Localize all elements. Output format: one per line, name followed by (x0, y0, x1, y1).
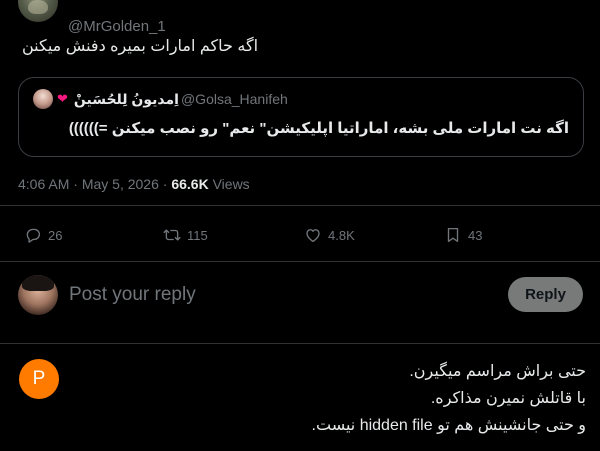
comment-line: حتی براش مراسم میگیرن. (409, 363, 586, 380)
commenter-avatar[interactable]: P (19, 359, 59, 399)
like-action[interactable]: 4.8K (304, 224, 355, 246)
author-handle[interactable]: @MrGolden_1 (68, 18, 166, 36)
author-avatar[interactable] (18, 0, 58, 22)
meta-separator: · (69, 176, 82, 192)
tweet-detail-page: @MrGolden_1 اگه حاکم امارات بمیره دفنش م… (0, 0, 600, 451)
tweet-text-content: اگه حاکم امارات بمیره دفنش میکنن (22, 38, 259, 55)
divider (0, 205, 600, 206)
quoted-author-handle: @Golsa_Hanifeh (180, 91, 288, 107)
comment-line: با قاتلش نمیرن مذاکره. (430, 390, 586, 407)
heart-hands-icon: ❤ (57, 91, 68, 106)
divider (0, 261, 600, 262)
reply-button[interactable]: Reply (508, 277, 583, 312)
tweet-meta: 4:06 AM · May 5, 2026 · 66.6K Views (18, 175, 250, 193)
quoted-tweet-header: ❤ اِمدیونُ لِلحُسَینْ @Golsa_Hanifeh (33, 88, 288, 110)
heart-icon (306, 229, 320, 243)
like-count: 4.8K (328, 227, 355, 243)
tweet-time[interactable]: 4:06 AM (18, 176, 69, 192)
bookmark-action[interactable]: 43 (444, 224, 482, 246)
reply-input[interactable]: Post your reply (69, 284, 196, 306)
reply-icon (26, 228, 41, 243)
current-user-avatar[interactable] (18, 275, 58, 315)
tweet-text: اگه حاکم امارات بمیره دفنش میکنن (22, 36, 582, 58)
quoted-author-name: اِمدیونُ لِلحُسَینْ (73, 90, 179, 107)
repost-count: 115 (187, 227, 208, 243)
bookmark-count: 43 (468, 227, 483, 243)
comment-line: و حتی جانشینش هم تو hidden file نیست. (311, 417, 586, 434)
repost-icon (163, 229, 181, 241)
views-label: Views (208, 176, 250, 192)
quoted-author-avatar (33, 89, 53, 109)
divider (0, 343, 600, 344)
meta-separator: · (158, 176, 172, 192)
quoted-tweet-card[interactable]: ❤ اِمدیونُ لِلحُسَینْ @Golsa_Hanifeh اگه… (18, 77, 584, 157)
views-count: 66.6K (171, 176, 209, 192)
reply-action[interactable]: 26 (24, 224, 62, 246)
repost-action[interactable]: 115 (163, 224, 208, 246)
bookmark-icon (447, 227, 459, 243)
author-row (18, 0, 58, 22)
comment-text: حتی براش مراسم میگیرن. با قاتلش نمیرن مذ… (150, 358, 586, 439)
tweet-date[interactable]: May 5, 2026 (82, 176, 159, 192)
action-bar: 26 115 4.8K 43 (0, 224, 600, 246)
reply-count: 26 (48, 227, 63, 243)
quoted-tweet-text: اگه نت امارات ملی بشه، اماراتیا اپلیکیشن… (68, 120, 569, 137)
